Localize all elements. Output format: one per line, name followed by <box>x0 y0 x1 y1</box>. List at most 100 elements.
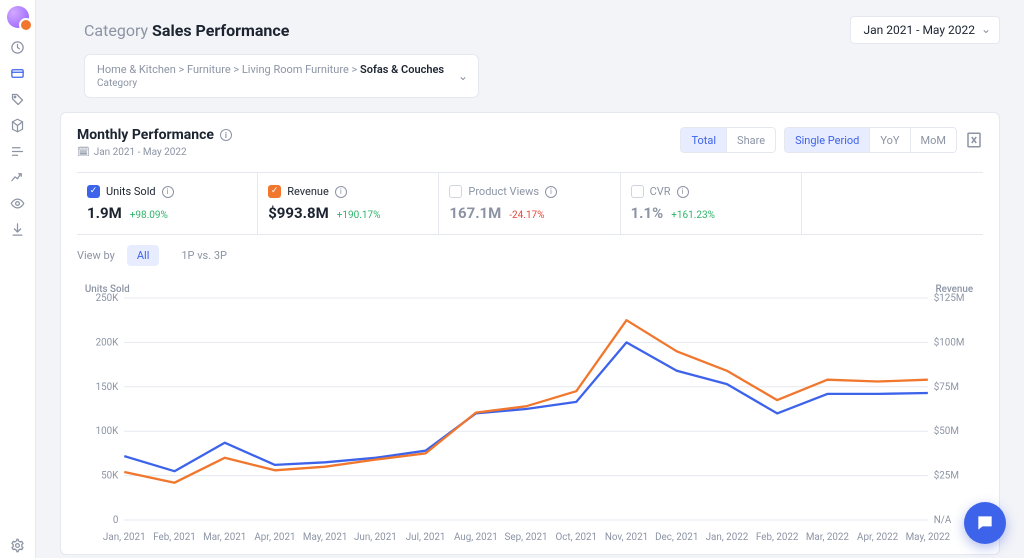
calendar-icon: 🗓 <box>77 147 90 158</box>
svg-text:Mar, 2021: Mar, 2021 <box>203 532 246 543</box>
svg-text:$75M: $75M <box>934 382 959 393</box>
svg-text:Sep, 2021: Sep, 2021 <box>505 532 548 543</box>
svg-text:250K: 250K <box>96 293 120 304</box>
metric-cvr-label: CVR <box>650 185 671 198</box>
metric-cvr-value: 1.1% <box>631 204 664 222</box>
svg-text:0: 0 <box>113 515 119 526</box>
svg-text:Apr, 2022: Apr, 2022 <box>857 532 899 543</box>
svg-text:Aug, 2021: Aug, 2021 <box>454 532 498 543</box>
svg-text:Dec, 2021: Dec, 2021 <box>655 532 698 543</box>
metric-revenue-delta: +190.17% <box>337 210 381 221</box>
metric-cvr-delta: +161.23% <box>671 210 715 221</box>
period-tab-single[interactable]: Single Period <box>785 128 869 152</box>
crumb-0: Home & Kitchen <box>97 63 176 76</box>
metric-cvr[interactable]: CVR i 1.1% +161.23% <box>621 173 802 234</box>
main: Category Sales Performance Jan 2021 - Ma… <box>36 0 1024 558</box>
period-tab-yoy[interactable]: YoY <box>869 128 909 152</box>
metric-revenue-value: $993.8M <box>268 204 329 222</box>
crumb-3: Sofas & Couches <box>360 63 444 76</box>
svg-text:50K: 50K <box>101 471 119 482</box>
svg-text:$125M: $125M <box>934 293 965 304</box>
metric-units-value: 1.9M <box>87 204 122 222</box>
panel-title: Monthly Performance i <box>77 127 232 143</box>
svg-text:May, 2022: May, 2022 <box>906 532 951 543</box>
metric-views-delta: -24.17% <box>509 210 544 221</box>
svg-text:Jul, 2021: Jul, 2021 <box>406 532 446 543</box>
metric-views[interactable]: Product Views i 167.1M -24.17% <box>439 173 620 234</box>
svg-text:200K: 200K <box>96 337 120 348</box>
nav-rail <box>0 0 36 558</box>
crumb-2: Living Room Furniture <box>242 63 349 76</box>
metric-revenue-checkbox[interactable]: ✓ <box>268 185 281 198</box>
metric-units-delta: +98.09% <box>130 210 168 221</box>
mode-tab-total[interactable]: Total <box>681 128 726 152</box>
svg-text:100K: 100K <box>96 426 120 437</box>
panel-controls: Total Share Single Period YoY MoM <box>680 127 983 153</box>
nav-cards-icon[interactable] <box>0 60 36 86</box>
svg-text:Jan, 2022: Jan, 2022 <box>706 532 749 543</box>
metric-cvr-checkbox[interactable] <box>631 185 644 198</box>
nav-eye-icon[interactable] <box>0 190 36 216</box>
nav-trend-icon[interactable] <box>0 164 36 190</box>
svg-text:May, 2021: May, 2021 <box>303 532 347 543</box>
metric-revenue-label: Revenue <box>287 185 329 198</box>
svg-text:Nov, 2021: Nov, 2021 <box>605 532 648 543</box>
svg-text:Apr, 2021: Apr, 2021 <box>254 532 295 543</box>
period-tabs: Single Period YoY MoM <box>784 127 957 153</box>
viewby-all[interactable]: All <box>127 245 160 266</box>
metric-units-checkbox[interactable]: ✓ <box>87 185 100 198</box>
page-title-main: Sales Performance <box>152 21 289 40</box>
panel-subtitle: 🗓 Jan 2021 - May 2022 <box>77 147 232 158</box>
metric-row: ✓ Units Sold i 1.9M +98.09% ✓ Revenue i $993.8M +… <box>77 172 983 235</box>
export-xls-icon[interactable] <box>965 131 983 149</box>
breadcrumb-path: Home & Kitchen > Furniture > Living Room… <box>97 63 444 76</box>
page-title-prefix: Category <box>84 21 148 40</box>
svg-text:Mar, 2022: Mar, 2022 <box>806 532 850 543</box>
metric-views-value: 167.1M <box>449 204 501 222</box>
panel-title-text: Monthly Performance <box>77 127 214 143</box>
panel-header: Monthly Performance i 🗓 Jan 2021 - May 2… <box>77 127 983 158</box>
date-range-picker[interactable]: Jan 2021 - May 2022 <box>850 16 1000 44</box>
svg-text:$25M: $25M <box>934 471 959 482</box>
page-header: Category Sales Performance Jan 2021 - Ma… <box>84 16 1000 44</box>
avatar[interactable] <box>7 6 29 28</box>
svg-text:Oct, 2021: Oct, 2021 <box>555 532 597 543</box>
info-icon[interactable]: i <box>220 129 232 141</box>
svg-text:N/A: N/A <box>934 515 952 526</box>
breadcrumb[interactable]: Home & Kitchen > Furniture > Living Room… <box>84 54 479 98</box>
svg-text:Jan, 2021: Jan, 2021 <box>103 532 146 543</box>
chart: Units SoldRevenue0N/A50K$25M100K$50M150K… <box>77 280 983 548</box>
mode-tab-share[interactable]: Share <box>726 128 775 152</box>
svg-text:$100M: $100M <box>934 337 965 348</box>
nav-timeline-icon[interactable] <box>0 138 36 164</box>
metric-revenue[interactable]: ✓ Revenue i $993.8M +190.17% <box>258 173 439 234</box>
metric-views-label: Product Views <box>468 185 539 198</box>
mode-tabs: Total Share <box>680 127 776 153</box>
metric-views-checkbox[interactable] <box>449 185 462 198</box>
svg-text:Feb, 2021: Feb, 2021 <box>153 532 196 543</box>
viewby-label: View by <box>77 249 115 262</box>
page-title: Category Sales Performance <box>84 21 289 40</box>
period-tab-mom[interactable]: MoM <box>910 128 956 152</box>
info-icon[interactable]: i <box>335 186 347 198</box>
nav-history-icon[interactable] <box>0 34 36 60</box>
metric-units-label: Units Sold <box>106 185 156 198</box>
viewby-1p3p[interactable]: 1P vs. 3P <box>171 245 237 266</box>
info-icon[interactable]: i <box>162 186 174 198</box>
svg-text:$50M: $50M <box>934 426 959 437</box>
breadcrumb-sub: Category <box>97 78 444 89</box>
info-icon[interactable]: i <box>545 186 557 198</box>
viewby-row: View by All 1P vs. 3P <box>77 235 983 276</box>
svg-text:Jun, 2021: Jun, 2021 <box>354 532 397 543</box>
crumb-1: Furniture <box>187 63 231 76</box>
metric-units[interactable]: ✓ Units Sold i 1.9M +98.09% <box>77 173 258 234</box>
svg-text:150K: 150K <box>96 382 120 393</box>
nav-download-icon[interactable] <box>0 216 36 242</box>
nav-tag-icon[interactable] <box>0 86 36 112</box>
nav-gear-icon[interactable] <box>0 532 36 558</box>
nav-cube-icon[interactable] <box>0 112 36 138</box>
svg-text:Feb, 2022: Feb, 2022 <box>756 532 799 543</box>
info-icon[interactable]: i <box>677 186 689 198</box>
panel-period: Jan 2021 - May 2022 <box>94 147 187 158</box>
chat-button[interactable] <box>964 502 1006 544</box>
